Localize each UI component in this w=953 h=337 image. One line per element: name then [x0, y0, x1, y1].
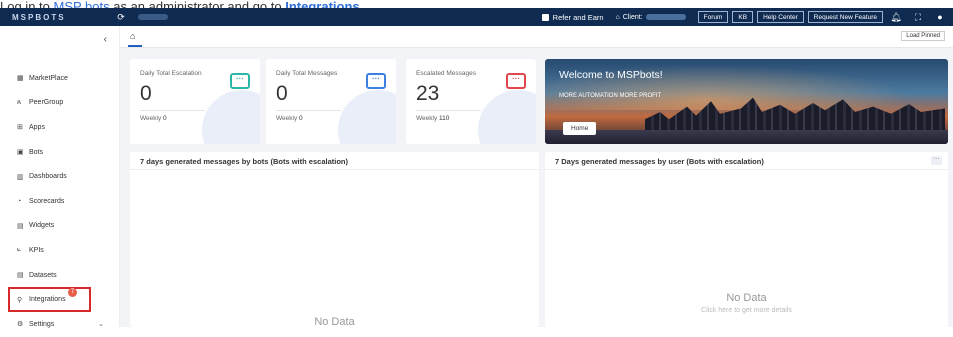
client-info[interactable]: ⌂ Client: — [616, 14, 686, 21]
sidebar-item-label: Integrations — [29, 296, 66, 304]
refer-and-earn[interactable]: Refer and Earn — [541, 12, 604, 22]
banner-title: Welcome to MSPbots! — [559, 69, 663, 81]
message-icon: ··· — [506, 73, 526, 89]
sidebar-item-label: Dashboards — [29, 173, 67, 181]
sidebar-item-dashboards[interactable]: ▥ Dashboards — [0, 164, 120, 189]
dashboard-icon: ▥ — [17, 173, 24, 181]
sidebar-item-label: MarketPlace — [29, 74, 68, 82]
sidebar: ‹ ▦ MarketPlace ጰ PeerGroup ⊞ Apps ▣ Bots ▥ D… — [0, 26, 120, 328]
no-data-text: No Data — [314, 316, 355, 328]
sidebar-item-scorecards[interactable]: ◔ Scorecards — [0, 189, 120, 214]
panel-messages-by-bots: 7 days generated messages by bots (Bots … — [130, 152, 539, 328]
fullscreen-icon[interactable]: ⛶ — [909, 12, 927, 23]
sidebar-item-label: PeerGroup — [29, 99, 64, 107]
card-weekly: Weekly 0 — [276, 115, 303, 122]
gift-icon — [541, 13, 549, 21]
sidebar-item-label: Scorecards — [29, 197, 65, 205]
card-title: Daily Total Escalation — [140, 70, 202, 77]
bell-icon[interactable]: 🔔︎ — [887, 12, 905, 23]
sidebar-item-peergroup[interactable]: ጰ PeerGroup — [0, 91, 120, 116]
client-name-redacted — [645, 14, 686, 20]
users-icon: ጰ — [17, 98, 22, 106]
card-value: 0 — [140, 82, 152, 105]
kb-button[interactable]: KB — [732, 11, 754, 23]
card-title: Escalated Messages — [416, 70, 476, 77]
client-label: Client: — [622, 13, 643, 21]
plug-icon: ⚲ — [17, 296, 23, 304]
load-pinned-button[interactable]: Load Pinned — [901, 31, 945, 41]
notification-badge: 7 — [68, 288, 77, 298]
no-data-text: No Data — [726, 292, 767, 304]
message-icon: ··· — [230, 73, 250, 89]
sidebar-item-widgets[interactable]: ▤ Widgets — [0, 214, 120, 239]
stat-card-daily-messages: Daily Total Messages 0 Weekly 0 ··· — [266, 59, 396, 144]
forum-button[interactable]: Forum — [697, 11, 729, 23]
sidebar-item-settings[interactable]: ⚙ Settings ⌄ — [0, 312, 120, 337]
client-selector[interactable] — [138, 14, 168, 20]
stat-card-daily-escalation: Daily Total Escalation 0 Weekly 0 ··· — [130, 59, 260, 144]
sidebar-item-bots[interactable]: ▣ Bots — [0, 140, 120, 165]
card-weekly: Weekly 0 — [140, 115, 167, 122]
sidebar-item-datasets[interactable]: ▤ Datasets — [0, 263, 120, 288]
active-tab-indicator — [128, 45, 142, 47]
message-icon: ··· — [366, 73, 386, 89]
sidebar-item-label: KPIs — [29, 246, 44, 254]
sidebar-item-label: Widgets — [29, 222, 55, 230]
refer-label: Refer and Earn — [552, 12, 604, 22]
tab-bar: ⌂ Load Pinned — [120, 26, 953, 48]
avatar[interactable]: ● — [931, 12, 949, 22]
sidebar-item-label: Datasets — [29, 271, 57, 279]
mspbots-logo[interactable]: MSPBOTS — [0, 13, 112, 22]
welcome-banner: Welcome to MSPbots! MORE AUTOMATION MORE… — [545, 59, 948, 144]
more-details-link[interactable]: Click here to get more details — [545, 307, 948, 314]
refresh-icon[interactable]: ⟳ — [112, 12, 130, 23]
apps-icon: ⊞ — [17, 124, 23, 132]
request-feature-button[interactable]: Request New Feature — [807, 11, 883, 23]
banner-subtitle: MORE AUTOMATION MORE PROFIT — [559, 93, 662, 99]
dataset-icon: ▤ — [17, 272, 24, 280]
dashboard-main: Daily Total Escalation 0 Weekly 0 ··· Da… — [120, 48, 953, 328]
bot-icon: ▣ — [17, 149, 24, 157]
panel-title: 7 days generated messages by bots (Bots … — [140, 157, 348, 166]
more-options-icon[interactable]: ··· — [931, 156, 942, 165]
panel-title: 7 Days generated messages by user (Bots … — [555, 157, 764, 166]
sidebar-item-apps[interactable]: ⊞ Apps — [0, 115, 120, 140]
sidebar-item-label: Bots — [29, 148, 44, 156]
stat-card-escalated-messages: Escalated Messages 23 Weekly 110 ··· — [406, 59, 536, 144]
sidebar-item-integrations[interactable]: ⚲ Integrations 7 — [8, 287, 91, 312]
card-weekly: Weekly 110 — [416, 115, 450, 122]
collapse-chevron-icon[interactable]: ‹ — [104, 34, 107, 45]
chart-line-icon: ⟀ — [17, 246, 22, 254]
top-navigation-bar: MSPBOTS ⟳ Refer and Earn ⌂ Client: Forum… — [0, 8, 953, 26]
gear-icon: ⚙ — [17, 321, 24, 329]
help-center-button[interactable]: Help Center — [757, 11, 804, 23]
home-button[interactable]: Home — [563, 122, 597, 135]
store-icon: ▦ — [17, 75, 24, 83]
card-value: 0 — [276, 82, 288, 105]
home-small-icon: ⌂ — [615, 13, 620, 21]
panel-messages-by-user: 7 Days generated messages by user (Bots … — [545, 152, 948, 327]
sidebar-item-marketplace[interactable]: ▦ MarketPlace — [0, 66, 120, 91]
card-title: Daily Total Messages — [276, 70, 338, 77]
chevron-down-icon: ⌄ — [98, 321, 104, 329]
sidebar-item-label: Apps — [29, 123, 45, 131]
scorecard-icon: ◔ — [17, 197, 22, 205]
card-value: 23 — [416, 82, 440, 105]
home-tab-icon[interactable]: ⌂ — [130, 31, 135, 41]
widget-icon: ▤ — [17, 222, 24, 230]
sidebar-menu: ▦ MarketPlace ጰ PeerGroup ⊞ Apps ▣ Bots ▥ Das… — [0, 66, 120, 337]
sidebar-item-kpis[interactable]: ⟀ KPIs — [0, 238, 120, 263]
